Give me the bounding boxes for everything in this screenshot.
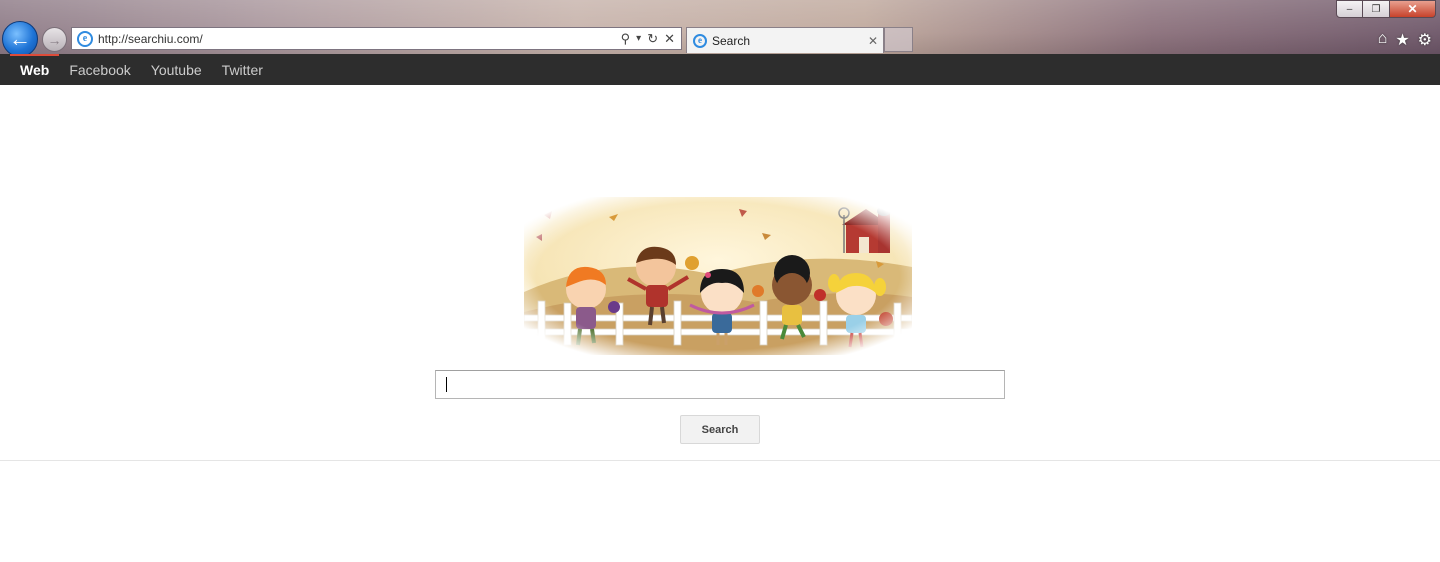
back-arrow-icon: ← xyxy=(9,26,31,51)
kids-farm-illustration xyxy=(524,197,912,355)
nav-item-facebook[interactable]: Facebook xyxy=(59,54,140,85)
home-icon[interactable]: ⌂ xyxy=(1378,30,1388,50)
close-window-button[interactable]: ✕ xyxy=(1390,0,1436,18)
text-caret xyxy=(446,377,447,392)
internet-explorer-icon: e xyxy=(77,30,93,47)
nav-item-youtube[interactable]: Youtube xyxy=(141,54,212,85)
forward-arrow-icon: → xyxy=(47,31,62,48)
hero-illustration xyxy=(524,197,912,355)
stop-icon[interactable]: ✕ xyxy=(664,31,675,47)
address-bar[interactable]: e http://searchiu.com/ ⚲ ▾ ↻ ✕ xyxy=(71,27,682,50)
nav-item-twitter[interactable]: Twitter xyxy=(212,54,273,85)
search-icon[interactable]: ⚲ xyxy=(621,31,631,47)
new-tab-button[interactable] xyxy=(884,27,913,52)
tab-close-icon[interactable]: ✕ xyxy=(868,34,878,48)
window-controls: – ❐ ✕ xyxy=(1336,0,1436,18)
refresh-icon[interactable]: ↻ xyxy=(647,31,658,47)
chevron-down-icon[interactable]: ▾ xyxy=(636,33,641,44)
search-button[interactable]: Search xyxy=(680,415,760,444)
forward-button[interactable]: → xyxy=(42,27,67,52)
star-icon[interactable]: ★ xyxy=(1395,30,1409,50)
tab-title: Search xyxy=(712,33,751,48)
browser-chrome: – ❐ ✕ ← → e http://searchiu.com/ ⚲ ▾ ↻ ✕… xyxy=(0,0,1440,54)
browser-tools: ⌂ ★ ⚙ xyxy=(1378,30,1432,50)
internet-explorer-icon: e xyxy=(693,33,707,48)
minimize-button[interactable]: – xyxy=(1336,0,1363,18)
address-tools: ⚲ ▾ ↻ ✕ xyxy=(621,31,675,47)
footer-divider xyxy=(0,460,1440,461)
address-url[interactable]: http://searchiu.com/ xyxy=(98,32,621,46)
gear-icon[interactable]: ⚙ xyxy=(1418,30,1432,50)
restore-button[interactable]: ❐ xyxy=(1363,0,1390,18)
search-input[interactable] xyxy=(435,370,1005,399)
nav-item-web[interactable]: Web xyxy=(10,54,60,85)
top-navigation: Web Facebook Youtube Twitter xyxy=(0,54,1440,85)
tab-search[interactable]: e Search ✕ xyxy=(686,27,884,53)
back-button[interactable]: ← xyxy=(2,21,38,54)
